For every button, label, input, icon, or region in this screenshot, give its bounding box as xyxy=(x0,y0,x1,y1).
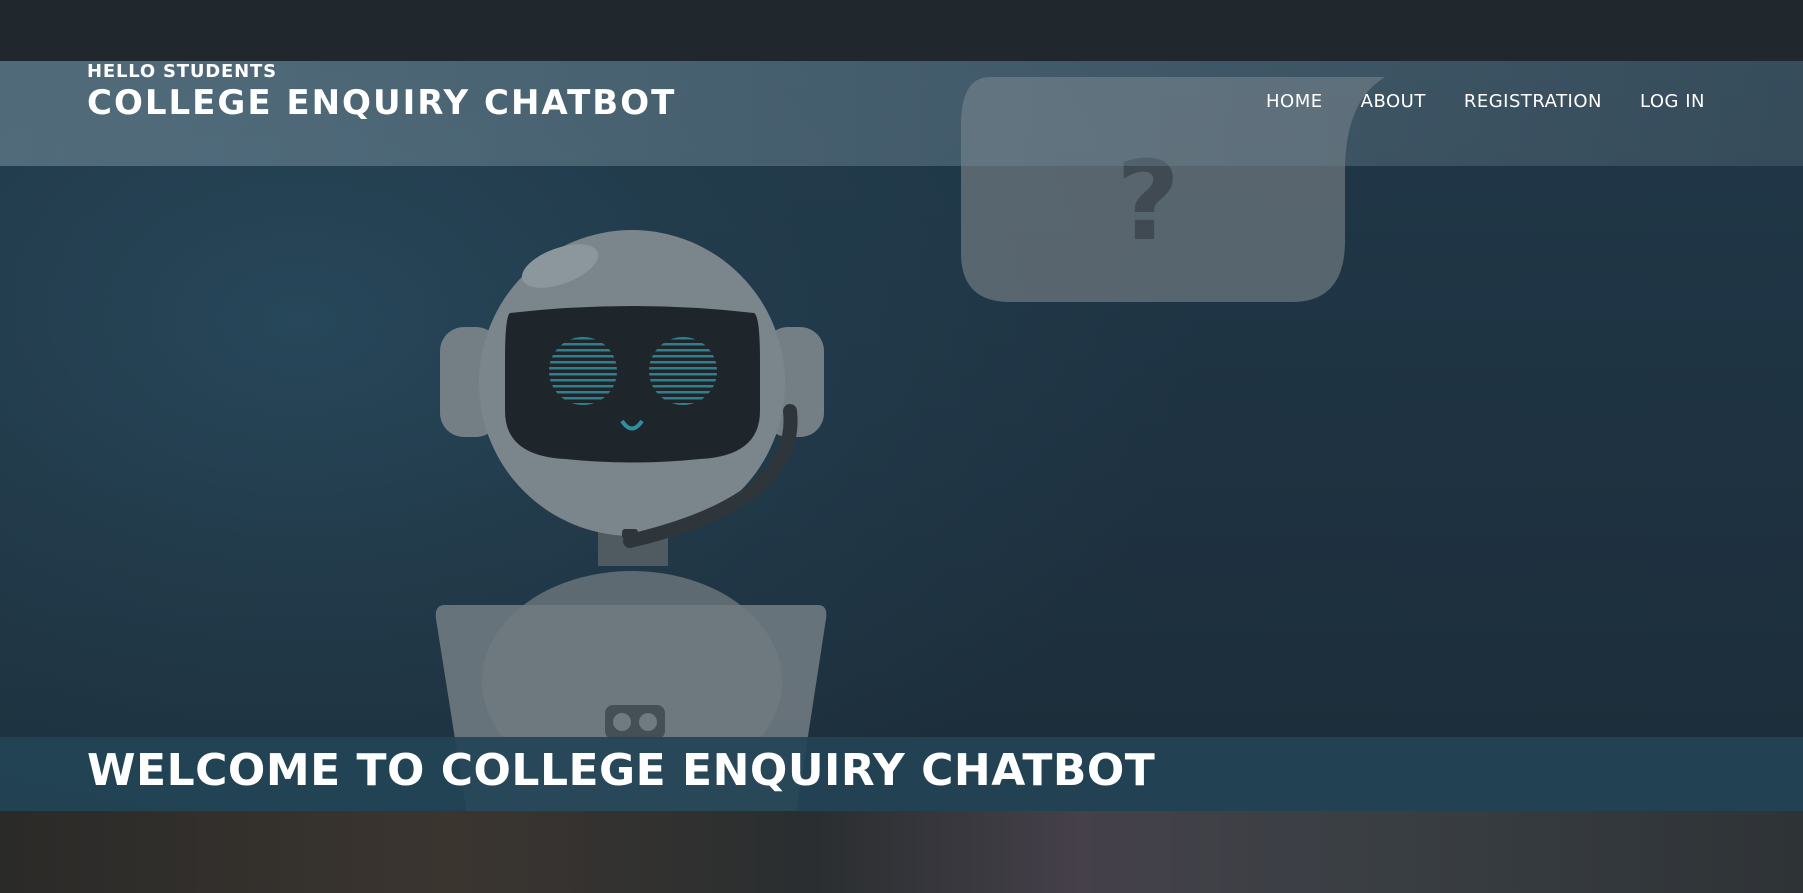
top-bar xyxy=(0,0,1803,61)
hero-section: ? HELLO STUDENTS COLLEGE ENQUIRY CHATBOT… xyxy=(0,61,1803,811)
nav-home-link[interactable]: HOME xyxy=(1266,91,1323,112)
hero-illustration: ? xyxy=(435,77,1385,811)
site-header: HELLO STUDENTS COLLEGE ENQUIRY CHATBOT H… xyxy=(0,61,1803,166)
main-nav: HOME ABOUT REGISTRATION LOG IN xyxy=(1266,91,1705,112)
nav-about-link[interactable]: ABOUT xyxy=(1361,91,1426,112)
brand-subtitle: HELLO STUDENTS xyxy=(87,61,277,82)
nav-registration-link[interactable]: REGISTRATION xyxy=(1464,91,1602,112)
background-photo-strip xyxy=(0,811,1803,893)
welcome-heading: WELCOME TO COLLEGE ENQUIRY CHATBOT xyxy=(87,745,1156,796)
welcome-banner: WELCOME TO COLLEGE ENQUIRY CHATBOT xyxy=(0,737,1803,811)
brand-title[interactable]: COLLEGE ENQUIRY CHATBOT xyxy=(87,83,676,123)
nav-login-link[interactable]: LOG IN xyxy=(1640,91,1705,112)
